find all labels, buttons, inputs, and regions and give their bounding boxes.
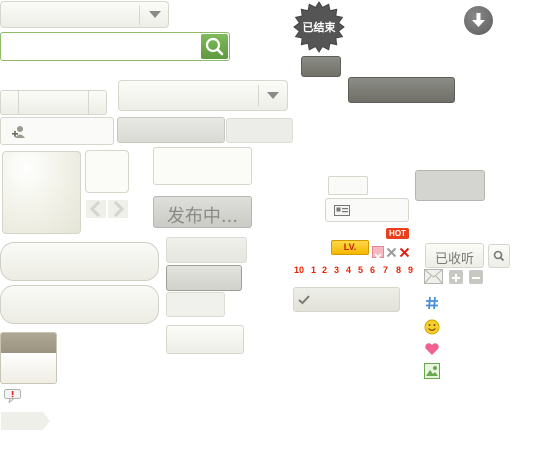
blank-panel-button[interactable] bbox=[153, 147, 252, 185]
chevron-down-icon[interactable] bbox=[149, 11, 161, 18]
contact-card-icon bbox=[334, 205, 350, 216]
segment-right[interactable] bbox=[89, 91, 106, 114]
rank-number: 8 bbox=[396, 265, 402, 275]
hot-badge: HOT bbox=[386, 228, 409, 239]
alert-icon bbox=[4, 389, 21, 403]
rank-number: 7 bbox=[383, 265, 389, 275]
image-placeholder-large[interactable] bbox=[2, 151, 81, 234]
dark-small-button[interactable] bbox=[301, 56, 341, 77]
rank-number: 10 bbox=[294, 265, 305, 275]
flat-button-a[interactable] bbox=[117, 117, 225, 143]
search-button[interactable] bbox=[201, 34, 228, 59]
publishing-button-label: 发布中... bbox=[166, 206, 239, 227]
ended-badge-label: 已结束 bbox=[302, 21, 336, 34]
rank-number: 9 bbox=[408, 265, 414, 275]
select-dropdown-top[interactable] bbox=[0, 1, 169, 28]
segment-left[interactable] bbox=[1, 91, 19, 114]
plus-button[interactable] bbox=[449, 270, 463, 284]
plus-icon bbox=[452, 274, 460, 282]
minus-icon bbox=[472, 277, 480, 279]
chevron-down-icon[interactable] bbox=[267, 92, 279, 99]
tab-panel-body bbox=[1, 353, 56, 383]
chevron-left-icon bbox=[89, 200, 101, 218]
image-placeholder-small[interactable] bbox=[85, 150, 129, 193]
minus-button[interactable] bbox=[469, 270, 483, 284]
arrow-tag[interactable] bbox=[1, 412, 51, 430]
small-search-button[interactable] bbox=[488, 244, 510, 268]
search-icon bbox=[493, 250, 505, 262]
contact-card-input[interactable] bbox=[325, 198, 409, 222]
add-user-field[interactable] bbox=[0, 117, 114, 145]
level-badge: LV. bbox=[331, 240, 369, 255]
tab-panel[interactable] bbox=[0, 332, 57, 384]
select-dropdown-mid[interactable] bbox=[118, 80, 288, 111]
hash-icon[interactable] bbox=[425, 296, 439, 310]
close-icon[interactable] bbox=[399, 247, 410, 258]
dark-wide-button[interactable] bbox=[348, 77, 455, 103]
segmented-control bbox=[0, 90, 107, 115]
close-icon bbox=[374, 253, 382, 261]
arrow-down-circle-icon bbox=[472, 13, 485, 27]
rank-number: 2 bbox=[322, 265, 328, 275]
level-badge-label: LV. bbox=[343, 242, 357, 252]
check-icon bbox=[298, 295, 310, 305]
check-field[interactable] bbox=[293, 287, 400, 312]
tab-panel-header bbox=[1, 333, 56, 353]
add-user-icon bbox=[12, 126, 25, 138]
rank-number: 3 bbox=[334, 265, 340, 275]
pill-input-b[interactable] bbox=[0, 285, 159, 324]
small-flat-button-c[interactable] bbox=[166, 292, 225, 317]
small-flat-button-d[interactable] bbox=[166, 325, 244, 354]
download-button[interactable] bbox=[464, 6, 493, 35]
rank-number: 6 bbox=[370, 265, 376, 275]
close-icon[interactable] bbox=[386, 247, 397, 258]
subscribed-button-label: 已收听 bbox=[434, 252, 474, 267]
hot-badge-label: HOT bbox=[389, 229, 406, 238]
small-flat-button-b[interactable] bbox=[166, 265, 242, 291]
small-input[interactable] bbox=[328, 176, 368, 195]
pill-input-a[interactable] bbox=[0, 242, 159, 281]
segment-middle[interactable] bbox=[19, 91, 89, 114]
heart-icon[interactable] bbox=[424, 342, 440, 356]
rank-number: 5 bbox=[358, 265, 364, 275]
search-icon bbox=[205, 37, 224, 56]
prev-button[interactable] bbox=[86, 200, 106, 218]
image-icon[interactable] bbox=[424, 363, 440, 379]
rank-number: 1 bbox=[311, 265, 317, 275]
subscribed-button[interactable]: 已收听 bbox=[425, 243, 484, 268]
ended-badge: 已结束 bbox=[293, 1, 345, 53]
rank-number: 4 bbox=[346, 265, 352, 275]
next-button[interactable] bbox=[108, 200, 128, 218]
select-divider bbox=[258, 85, 259, 106]
search-input[interactable] bbox=[3, 35, 197, 58]
envelope-icon[interactable] bbox=[424, 269, 443, 284]
publishing-button[interactable]: 发布中... bbox=[153, 196, 252, 228]
select-divider bbox=[139, 5, 140, 25]
search-box bbox=[0, 32, 230, 61]
grey-panel-button[interactable] bbox=[415, 170, 485, 201]
close-button-pink[interactable] bbox=[372, 246, 384, 261]
smiley-icon[interactable] bbox=[424, 319, 440, 335]
small-flat-button-a[interactable] bbox=[166, 237, 247, 263]
chevron-right-icon bbox=[113, 200, 125, 218]
flat-button-b[interactable] bbox=[226, 118, 293, 143]
